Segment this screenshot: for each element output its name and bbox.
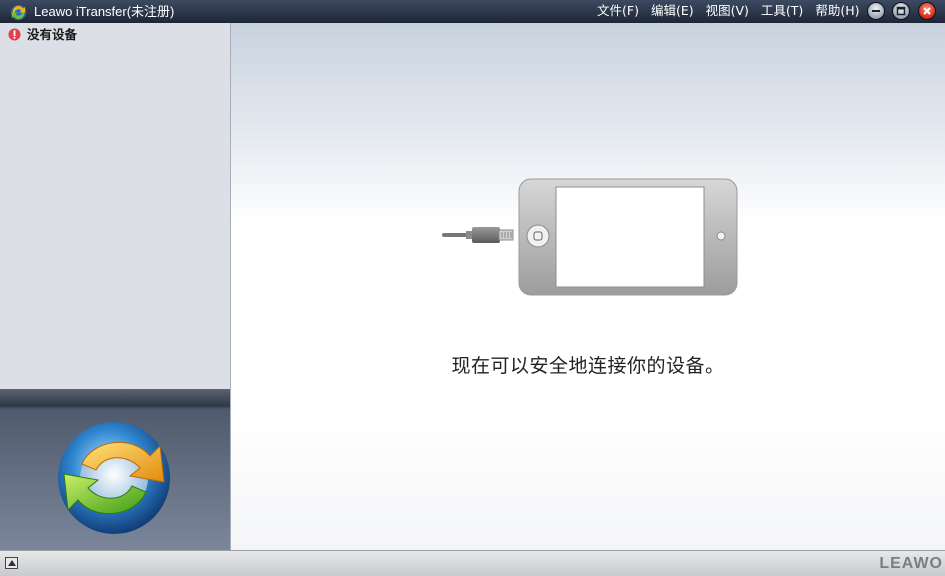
maximize-button[interactable] <box>892 2 910 20</box>
menu-bar: 文件(F) 编辑(E) 视图(V) 工具(T) 帮助(H) <box>597 3 859 19</box>
sidebar-logo-panel <box>0 389 231 550</box>
maximize-icon <box>896 6 906 16</box>
device-sidebar: 没有设备 <box>0 23 231 389</box>
menu-help[interactable]: 帮助(H) <box>815 3 859 19</box>
no-device-label: 没有设备 <box>27 27 78 42</box>
leawo-brand: LEAWO <box>879 555 943 572</box>
close-button[interactable] <box>918 2 936 20</box>
triangle-up-icon <box>7 560 16 566</box>
toggle-panel-button[interactable] <box>5 557 18 569</box>
menu-tools[interactable]: 工具(T) <box>761 3 803 19</box>
close-icon <box>923 7 931 15</box>
status-bar: LEAWO <box>0 550 945 576</box>
main-panel: 现在可以安全地连接你的设备。 <box>231 23 945 550</box>
window-title: Leawo iTransfer(未注册) <box>34 4 175 19</box>
title-bar[interactable]: Leawo iTransfer(未注册) 文件(F) 编辑(E) 视图(V) 工… <box>0 0 945 23</box>
minimize-button[interactable] <box>867 2 885 20</box>
minimize-icon <box>872 10 880 12</box>
warning-icon <box>8 28 21 41</box>
connect-device-message: 现在可以安全地连接你的设备。 <box>451 355 725 377</box>
itransfer-logo-icon <box>58 422 170 534</box>
menu-view[interactable]: 视图(V) <box>706 3 749 19</box>
no-device-item[interactable]: 没有设备 <box>8 27 77 42</box>
menu-edit[interactable]: 编辑(E) <box>651 3 694 19</box>
phone-cable-icon <box>442 178 738 296</box>
menu-file[interactable]: 文件(F) <box>597 3 639 19</box>
app-logo-icon <box>10 4 27 21</box>
